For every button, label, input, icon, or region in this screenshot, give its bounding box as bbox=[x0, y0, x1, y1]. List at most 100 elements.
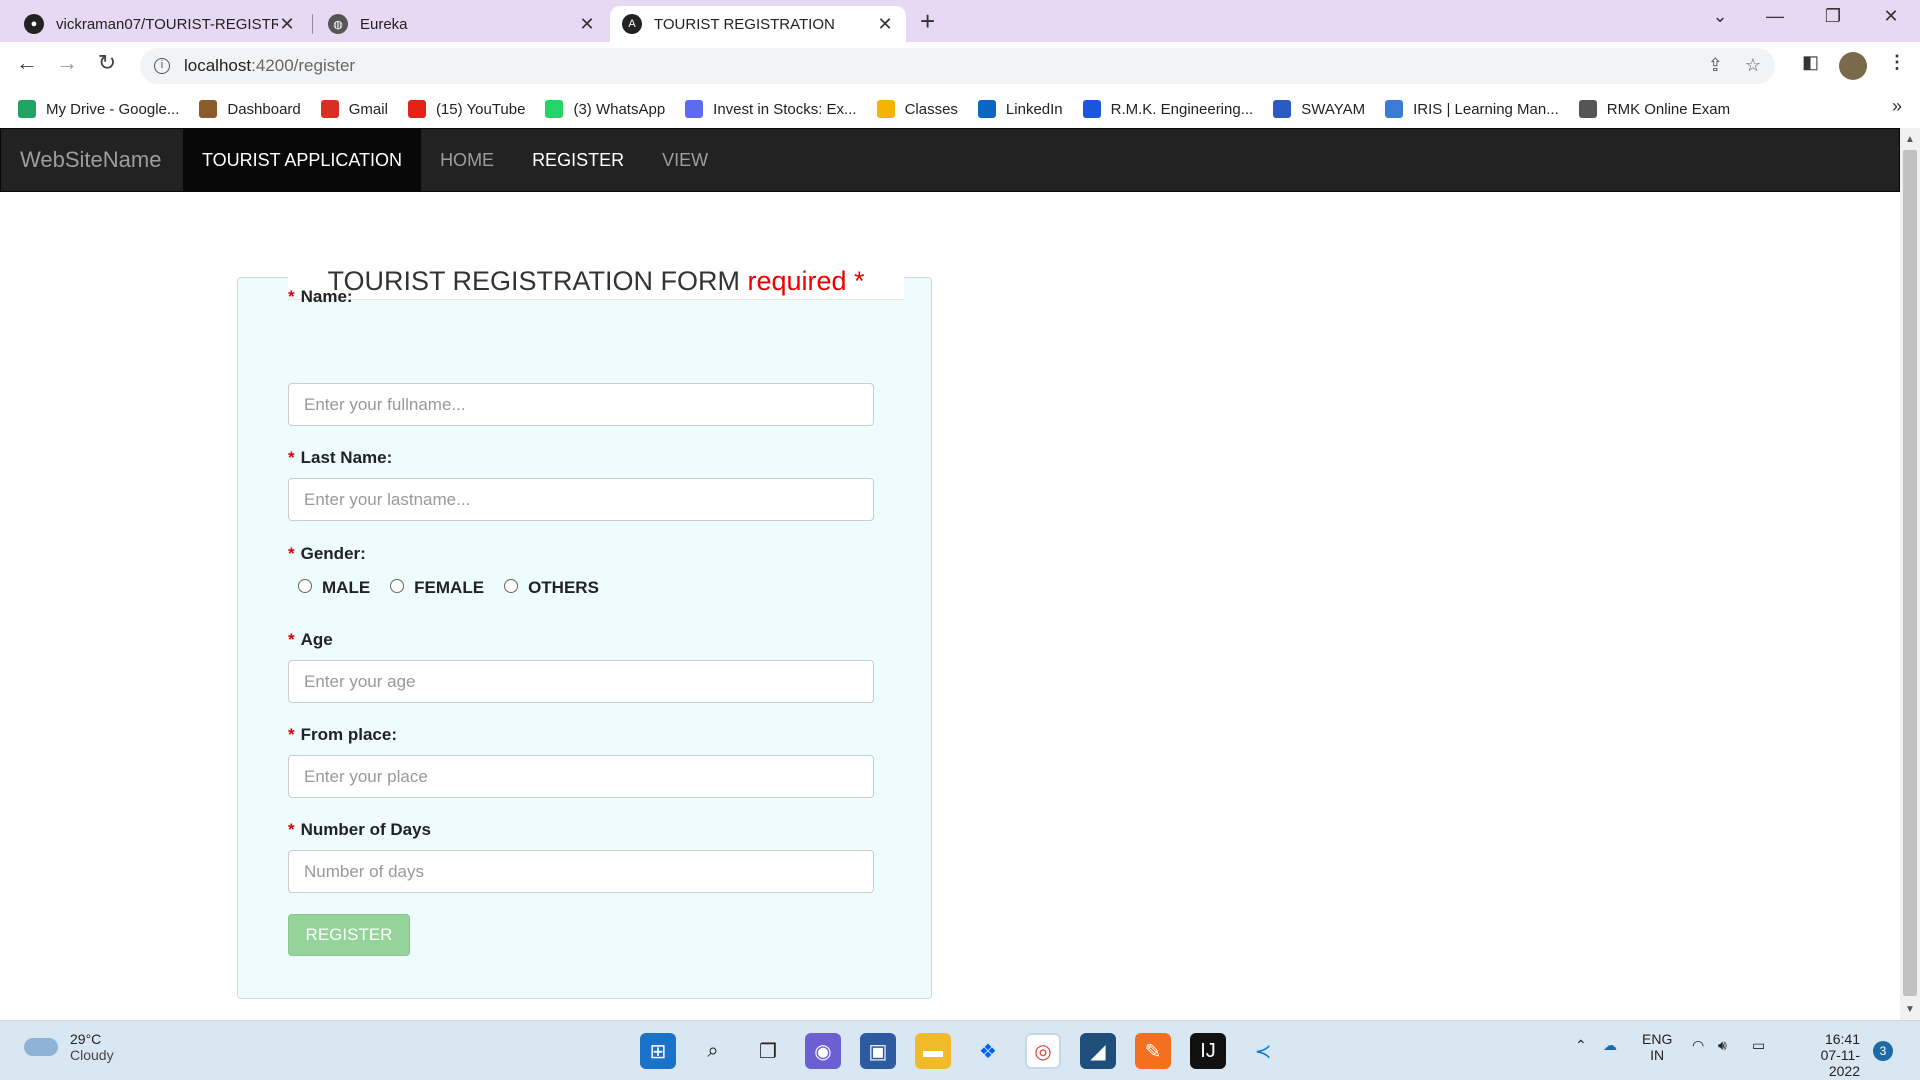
search-icon[interactable]: ⌕ bbox=[695, 1033, 731, 1069]
bookmark-item[interactable]: SWAYAM bbox=[1273, 100, 1365, 118]
volume-icon[interactable]: 🔊︎ bbox=[1718, 1037, 1727, 1054]
weather-widget[interactable]: 29°C Cloudy bbox=[24, 1031, 114, 1063]
store-icon[interactable]: ▣ bbox=[860, 1033, 896, 1069]
bookmark-item[interactable]: Invest in Stocks: Ex... bbox=[685, 100, 857, 118]
new-tab-icon[interactable]: + bbox=[920, 6, 935, 37]
tab-github[interactable]: ● vickraman07/TOURIST-REGISTRA ✕ bbox=[12, 6, 308, 42]
gender-label: * Gender: bbox=[288, 544, 366, 563]
globe-icon: ◍ bbox=[328, 14, 348, 34]
minimize-icon[interactable]: — bbox=[1755, 6, 1795, 27]
share-icon[interactable]: ⇪ bbox=[1708, 55, 1723, 76]
intellij-icon[interactable]: IJ bbox=[1190, 1033, 1226, 1069]
required-star: * bbox=[288, 820, 295, 839]
bookmark-favicon-icon bbox=[1082, 100, 1101, 118]
register-button[interactable]: REGISTER bbox=[288, 914, 410, 956]
bookmark-item[interactable]: LinkedIn bbox=[977, 100, 1063, 118]
browser-toolbar: ← → ↻ i localhost:4200/register ⇪ ☆ ◧ ⋮ bbox=[0, 42, 1920, 90]
tab-search-icon[interactable]: ⌄ bbox=[1700, 6, 1740, 27]
bookmark-item[interactable]: Dashboard bbox=[199, 100, 301, 118]
tab-title: vickraman07/TOURIST-REGISTRA bbox=[56, 15, 278, 33]
profile-avatar[interactable] bbox=[1839, 52, 1867, 80]
site-info-icon[interactable]: i bbox=[154, 58, 170, 74]
forward-icon[interactable]: → bbox=[52, 50, 82, 76]
wifi-icon[interactable]: ◠ bbox=[1692, 1037, 1704, 1054]
window-close-icon[interactable]: ✕ bbox=[1871, 6, 1911, 27]
radio-button[interactable] bbox=[504, 579, 519, 593]
bookmark-label: RMK Online Exam bbox=[1606, 100, 1731, 118]
bookmark-label: (3) WhatsApp bbox=[573, 100, 666, 118]
bookmark-label: SWAYAM bbox=[1301, 100, 1366, 118]
lastname-input[interactable]: Enter your lastname... bbox=[288, 478, 874, 521]
start-icon[interactable]: ⊞ bbox=[640, 1033, 676, 1069]
bookmark-favicon-icon bbox=[320, 100, 339, 118]
name-input[interactable]: Enter your fullname... bbox=[288, 383, 874, 426]
bookmark-favicon-icon bbox=[407, 100, 426, 118]
days-label: * Number of Days bbox=[288, 820, 431, 839]
nav-home[interactable]: HOME bbox=[421, 129, 513, 191]
battery-icon[interactable]: ▭ bbox=[1752, 1037, 1765, 1054]
bookmark-favicon-icon bbox=[199, 100, 218, 118]
bookmark-item[interactable]: R.M.K. Engineering... bbox=[1082, 100, 1253, 118]
tab-eureka[interactable]: ◍ Eureka ✕ bbox=[316, 6, 608, 42]
notification-badge[interactable]: 3 bbox=[1873, 1041, 1893, 1061]
mysql-workbench-icon[interactable]: ◢ bbox=[1080, 1033, 1116, 1069]
windows-taskbar: 29°C Cloudy ⊞ ⌕ ❐ ◉ ▣ ▬ ❖ ◎ ◢ ✎ IJ ≺ ⌃ ☁… bbox=[0, 1020, 1920, 1080]
back-icon[interactable]: ← bbox=[12, 50, 42, 76]
scroll-down-icon[interactable]: ▼ bbox=[1905, 1004, 1915, 1015]
required-star: * bbox=[288, 448, 295, 467]
bookmarks-overflow-icon[interactable]: » bbox=[1892, 96, 1902, 117]
bookmark-label: Classes bbox=[904, 100, 958, 118]
bookmark-label: (15) YouTube bbox=[435, 100, 526, 118]
bookmark-item[interactable]: RMK Online Exam bbox=[1578, 100, 1731, 118]
chat-icon[interactable]: ◉ bbox=[805, 1033, 841, 1069]
page-scrollbar[interactable]: ▲ ▼ bbox=[1900, 128, 1920, 1020]
gender-option-others[interactable]: OTHERS bbox=[504, 578, 599, 598]
radio-button[interactable] bbox=[390, 579, 405, 593]
language-indicator[interactable]: ENG IN bbox=[1642, 1031, 1672, 1063]
scrollbar-thumb[interactable] bbox=[1903, 150, 1917, 996]
close-icon[interactable]: ✕ bbox=[578, 14, 596, 35]
gender-radio-group: MALE FEMALE OTHERS bbox=[298, 578, 619, 598]
tray-overflow-icon[interactable]: ⌃ bbox=[1575, 1037, 1587, 1054]
clock[interactable]: 16:41 07-11-2022 bbox=[1792, 1031, 1860, 1079]
menu-icon[interactable]: ⋮ bbox=[1888, 52, 1906, 73]
gender-option-male[interactable]: MALE bbox=[298, 578, 370, 598]
task-view-icon[interactable]: ❐ bbox=[750, 1033, 786, 1069]
dropbox-icon[interactable]: ❖ bbox=[970, 1033, 1006, 1069]
bookmark-label: IRIS | Learning Man... bbox=[1413, 100, 1559, 118]
bookmark-item[interactable]: IRIS | Learning Man... bbox=[1385, 100, 1559, 118]
bookmark-item[interactable]: My Drive - Google... bbox=[18, 100, 179, 118]
address-bar[interactable]: i localhost:4200/register ⇪ ☆ bbox=[140, 48, 1775, 84]
from-place-input[interactable]: Enter your place bbox=[288, 755, 874, 798]
bookmark-item[interactable]: Classes bbox=[876, 100, 958, 118]
bookmark-star-icon[interactable]: ☆ bbox=[1745, 55, 1761, 76]
radio-button[interactable] bbox=[298, 579, 312, 593]
tab-tourist-registration[interactable]: A TOURIST REGISTRATION ✕ bbox=[610, 6, 906, 42]
bookmark-item[interactable]: (15) YouTube bbox=[407, 100, 526, 118]
scroll-up-icon[interactable]: ▲ bbox=[1905, 134, 1915, 145]
age-input[interactable]: Enter your age bbox=[288, 660, 874, 703]
taskbar-apps: ⊞ ⌕ ❐ ◉ ▣ ▬ ❖ ◎ ◢ ✎ IJ ≺ bbox=[640, 1033, 1281, 1069]
file-explorer-icon[interactable]: ▬ bbox=[915, 1033, 951, 1069]
bookmark-item[interactable]: Gmail bbox=[320, 100, 388, 118]
restore-icon[interactable]: ❐ bbox=[1813, 6, 1853, 27]
required-note: required * bbox=[747, 266, 865, 296]
close-icon[interactable]: ✕ bbox=[278, 14, 296, 35]
side-panel-icon[interactable]: ◧ bbox=[1802, 52, 1819, 73]
site-brand[interactable]: WebSiteName bbox=[1, 129, 183, 191]
close-icon[interactable]: ✕ bbox=[876, 14, 894, 35]
gender-option-female[interactable]: FEMALE bbox=[390, 578, 484, 598]
nav-register[interactable]: REGISTER bbox=[513, 129, 643, 191]
bookmarks-bar: My Drive - Google... Dashboard Gmail (15) Y… bbox=[0, 90, 1920, 128]
nav-view[interactable]: VIEW bbox=[643, 129, 727, 191]
onedrive-icon[interactable]: ☁ bbox=[1603, 1037, 1617, 1054]
reload-icon[interactable]: ↻ bbox=[92, 50, 122, 76]
chrome-icon[interactable]: ◎ bbox=[1025, 1033, 1061, 1069]
bookmark-item[interactable]: (3) WhatsApp bbox=[545, 100, 665, 118]
vscode-icon[interactable]: ≺ bbox=[1245, 1033, 1281, 1069]
nav-tourist-application[interactable]: TOURIST APPLICATION bbox=[183, 129, 422, 191]
postman-icon[interactable]: ✎ bbox=[1135, 1033, 1171, 1069]
bookmark-favicon-icon bbox=[977, 100, 996, 118]
bookmark-label: My Drive - Google... bbox=[46, 100, 180, 118]
days-input[interactable]: Number of days bbox=[288, 850, 874, 893]
